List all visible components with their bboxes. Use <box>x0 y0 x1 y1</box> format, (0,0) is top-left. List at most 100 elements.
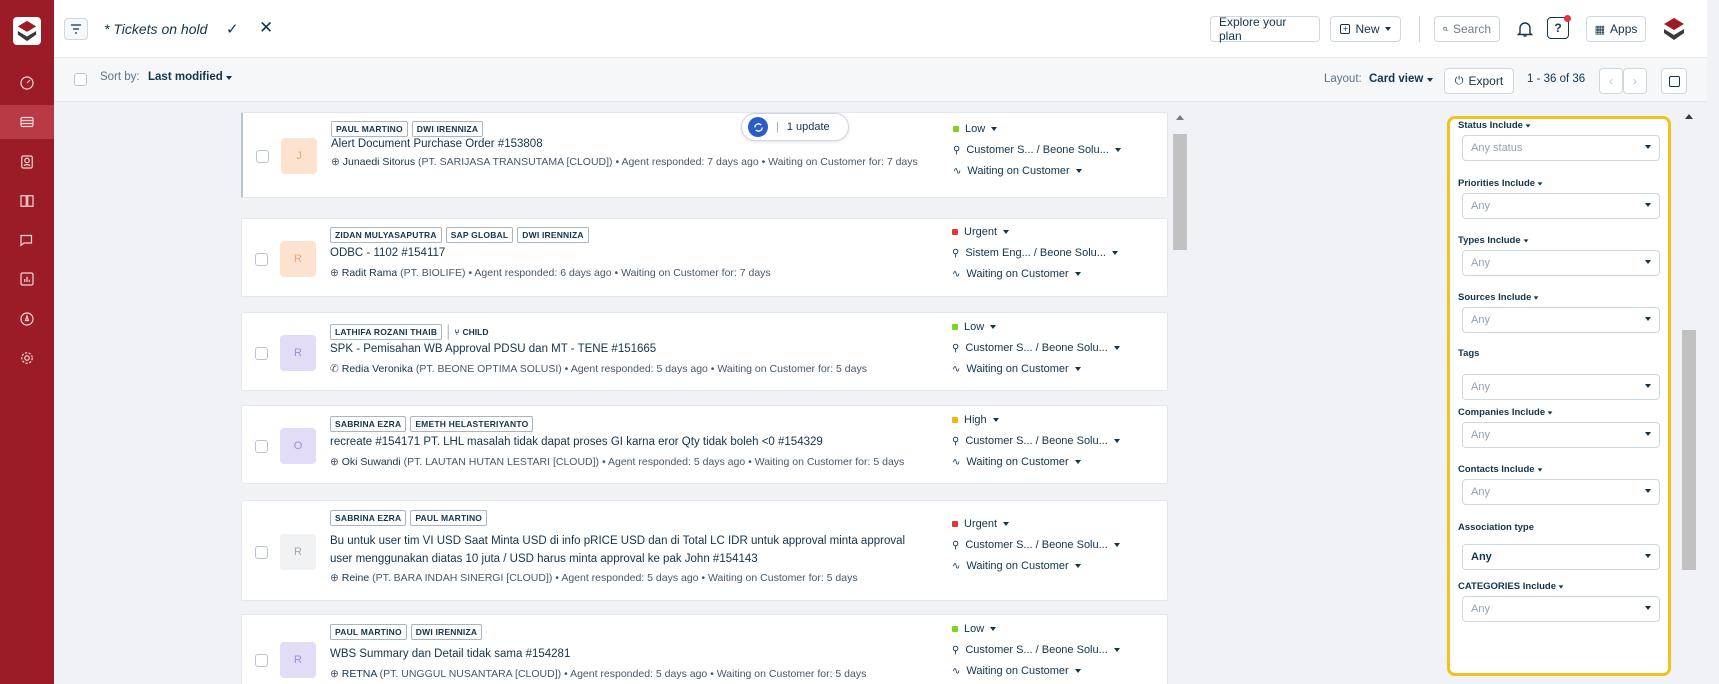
group-agent-dropdown[interactable]: ⚲ Customer S... / Beone Solu... <box>952 644 1120 656</box>
ticket-meta: ⊕ Oki Suwandi (PT. LAUTAN HUTAN LESTARI … <box>330 456 905 468</box>
requester-name[interactable]: Radit Rama <box>342 267 397 279</box>
toggle-filter-panel-button[interactable] <box>1661 68 1687 94</box>
priority-dropdown[interactable]: High <box>952 414 999 426</box>
ticket-subject[interactable]: SPK - Pemisahan WB Approval PDSU dan MT … <box>330 340 910 358</box>
requester-name[interactable]: Reine <box>342 572 369 584</box>
nav-analytics[interactable] <box>0 262 54 296</box>
priority-dropdown[interactable]: Low <box>953 123 998 135</box>
nav-explore[interactable] <box>0 302 54 336</box>
filter-label[interactable]: CATEGORIES Include <box>1458 581 1658 592</box>
requester-name[interactable]: RETNA <box>342 668 377 680</box>
priority-dropdown[interactable]: Low <box>952 321 997 333</box>
help-button[interactable]: ? <box>1547 15 1571 39</box>
priority-dropdown[interactable]: Urgent <box>952 226 1010 238</box>
scrollbar-thumb[interactable] <box>1173 134 1187 250</box>
filter-select[interactable]: Any <box>1462 479 1660 505</box>
ticket-card[interactable]: R PAUL MARTINO DWI IRENNIZA WBS Summary d… <box>241 614 1168 684</box>
ticket-card[interactable]: O SABRINA EZRA EMETH HELASTERIYANTO recre… <box>241 405 1168 484</box>
filter-field: CATEGORIES Include Any <box>1458 581 1660 622</box>
nav-dashboard[interactable] <box>0 66 54 100</box>
explore-plan-button[interactable]: Explore your plan <box>1210 15 1320 43</box>
filter-label[interactable]: Status Include <box>1458 120 1658 131</box>
ticket-checkbox[interactable] <box>255 546 268 559</box>
filter-label[interactable]: Companies Include <box>1458 407 1658 418</box>
filter-label-text: Association type <box>1458 522 1535 533</box>
filter-select[interactable]: Any <box>1462 596 1660 622</box>
nav-contacts[interactable] <box>0 145 54 179</box>
status-dropdown[interactable]: ∿ Waiting on Customer <box>952 665 1081 677</box>
ticket-checkbox[interactable] <box>255 253 268 266</box>
nav-tickets[interactable] <box>0 105 54 139</box>
ticket-card[interactable]: R ZIDAN MULYASAPUTRA SAP GLOBAL DWI IRENNI… <box>241 218 1168 297</box>
requester-name[interactable]: Junaedi Sitorus <box>343 156 415 168</box>
group-agent-dropdown[interactable]: ⚲ Customer S... / Beone Solu... <box>952 342 1120 354</box>
filter-field: Association type Any <box>1458 522 1660 570</box>
priority-dropdown[interactable]: Low <box>952 623 997 635</box>
filter-label[interactable]: Contacts Include <box>1458 464 1658 475</box>
group-agent-dropdown[interactable]: ⚲ Sistem Eng... / Beone Solu... <box>952 247 1118 259</box>
filter-select[interactable]: Any <box>1462 307 1660 333</box>
group-agent-dropdown[interactable]: ⚲ Customer S... / Beone Solu... <box>953 144 1121 156</box>
ticket-checkbox[interactable] <box>255 654 268 667</box>
ticket-subject[interactable]: ODBC - 1102 #154117 <box>330 244 910 262</box>
filter-select[interactable]: Any status <box>1462 135 1660 161</box>
save-view-check-icon[interactable]: ✓ <box>226 20 239 38</box>
apps-button[interactable]: ▦ Apps <box>1586 16 1646 42</box>
profile-avatar[interactable] <box>1661 16 1687 42</box>
filter-select[interactable]: Any <box>1462 544 1660 570</box>
ticket-checkbox[interactable] <box>256 150 269 163</box>
priority-dropdown[interactable]: Urgent <box>952 518 1010 530</box>
prev-page-button[interactable]: ‹ <box>1599 68 1623 94</box>
scrollbar-thumb[interactable] <box>1682 330 1696 570</box>
ticket-card[interactable]: R SABRINA EZRA PAUL MARTINO Bu untuk user… <box>241 500 1168 601</box>
status-dropdown[interactable]: ∿ Waiting on Customer <box>952 268 1081 280</box>
filter-select[interactable]: Any <box>1462 250 1660 276</box>
requester-name[interactable]: Redia Veronika <box>342 363 413 375</box>
filter-label[interactable]: Sources Include <box>1458 292 1658 303</box>
scroll-up-arrow-icon[interactable] <box>1176 115 1184 120</box>
layout-dropdown[interactable]: Card view <box>1369 73 1433 85</box>
new-updates-pill[interactable]: | 1 update <box>741 113 849 141</box>
nav-forums[interactable] <box>0 223 54 257</box>
group-agent-dropdown[interactable]: ⚲ Customer S... / Beone Solu... <box>952 435 1120 447</box>
filter-toggle-button[interactable] <box>64 18 88 40</box>
ticket-list-scrollbar[interactable] <box>1173 112 1187 684</box>
person-icon: ⚲ <box>952 435 960 447</box>
notifications-button[interactable] <box>1515 18 1535 40</box>
requester-name[interactable]: Oki Suwandi <box>342 456 401 468</box>
app-logo[interactable] <box>13 17 41 45</box>
ticket-checkbox[interactable] <box>255 440 268 453</box>
status-dropdown[interactable]: ∿ Waiting on Customer <box>953 165 1082 177</box>
close-view-icon[interactable]: ✕ <box>259 18 273 38</box>
select-all-checkbox[interactable] <box>74 73 87 86</box>
nav-solutions[interactable] <box>0 184 54 218</box>
priority-indicator <box>953 126 959 132</box>
filter-label[interactable]: Priorities Include <box>1458 178 1658 189</box>
ticket-subject[interactable]: Bu untuk user tim VI USD Saat Minta USD … <box>330 532 910 568</box>
status-dropdown[interactable]: ∿ Waiting on Customer <box>952 363 1081 375</box>
filter-select[interactable]: Any <box>1462 374 1660 400</box>
status-dropdown[interactable]: ∿ Waiting on Customer <box>952 560 1081 572</box>
ticket-checkbox[interactable] <box>255 347 268 360</box>
status-dropdown[interactable]: ∿ Waiting on Customer <box>952 456 1081 468</box>
filter-select[interactable]: Any <box>1462 193 1660 219</box>
export-button[interactable]: ⏻ Export <box>1444 68 1514 94</box>
nav-admin[interactable] <box>0 341 54 375</box>
scroll-up-arrow-icon[interactable] <box>1685 114 1693 119</box>
filter-select[interactable]: Any <box>1462 422 1660 448</box>
search-button[interactable]: Search <box>1434 16 1500 42</box>
new-button[interactable]: + New <box>1330 16 1401 42</box>
next-page-button[interactable]: › <box>1623 68 1647 94</box>
filter-label[interactable]: Types Include <box>1458 235 1658 246</box>
view-title[interactable]: * Tickets on hold <box>104 21 207 37</box>
status-value: Waiting on Customer <box>966 268 1069 280</box>
ticket-subject[interactable]: WBS Summary dan Detail tidak sama #15428… <box>330 645 910 663</box>
ticket-subject[interactable]: recreate #154171 PT. LHL masalah tidak d… <box>330 433 910 451</box>
filter-label: Association type <box>1458 522 1658 533</box>
ticket-card[interactable]: R LATHIFA ROZANI THAIB | ⑂ CHILD SPK - Pemi… <box>241 312 1168 391</box>
ticket-card[interactable]: J PAUL MARTINO DWI IRENNIZA Alert Documen… <box>241 112 1168 198</box>
filter-panel-scrollbar[interactable] <box>1682 102 1696 684</box>
group-agent-dropdown[interactable]: ⚲ Customer S... / Beone Solu... <box>952 539 1120 551</box>
globe-icon: ⊕ <box>330 456 339 468</box>
sort-by-dropdown[interactable]: Last modified <box>148 71 232 83</box>
